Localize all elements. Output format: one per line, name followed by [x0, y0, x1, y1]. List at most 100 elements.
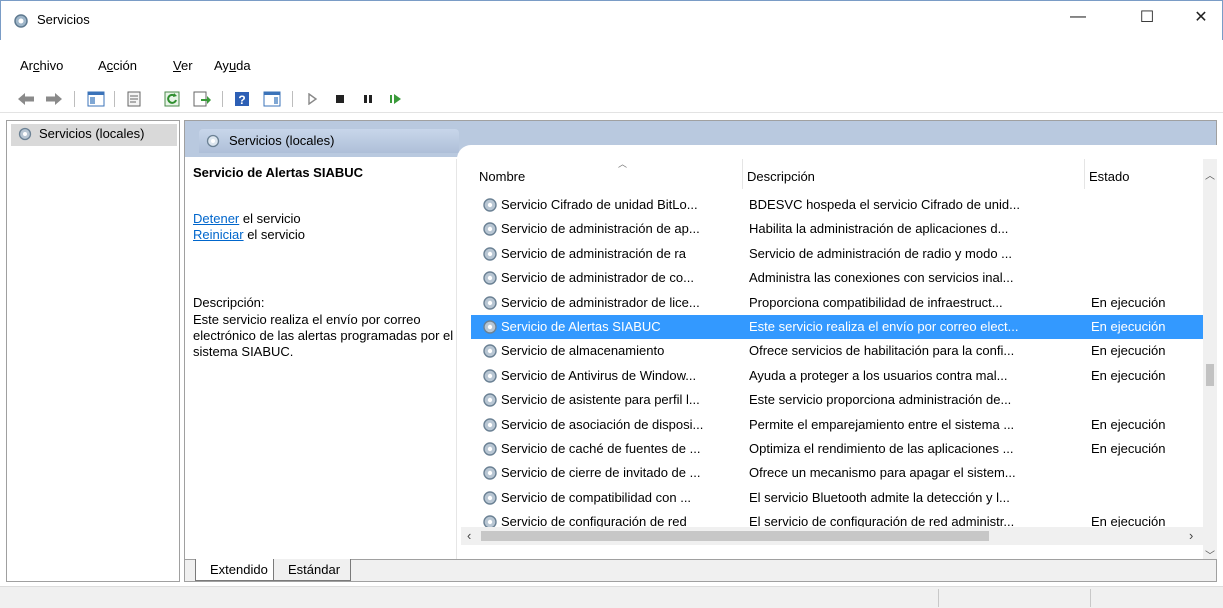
- minimize-button[interactable]: —: [1055, 1, 1101, 33]
- service-description-cell: Administra las conexiones con servicios …: [749, 270, 1014, 286]
- menu-ver[interactable]: Ver: [173, 58, 193, 73]
- service-row[interactable]: Servicio de asistente para perfil l... Es…: [471, 388, 1208, 412]
- console-tree-pane: Servicios (locales): [6, 120, 180, 582]
- service-description-cell: Optimiza el rendimiento de las aplicacio…: [749, 441, 1014, 456]
- column-header-descripcion[interactable]: Descripción: [743, 159, 1085, 189]
- restart-service-link[interactable]: Reiniciar: [193, 227, 244, 242]
- sort-ascending-icon: ︿: [618, 159, 628, 169]
- description-label: Descripción:: [193, 295, 265, 310]
- service-name-cell: Servicio de Antivirus de Window...: [501, 367, 697, 383]
- service-gear-icon: [481, 367, 499, 388]
- scroll-right-icon[interactable]: ›: [1189, 528, 1193, 543]
- service-description-cell: Ayuda a proteger a los usuarios contra m…: [749, 367, 1008, 383]
- menu-accion[interactable]: Acción: [98, 58, 137, 73]
- service-state-cell: En ejecución: [1091, 416, 1166, 432]
- service-row[interactable]: Servicio de Alertas SIABUC Este servicio …: [471, 315, 1208, 339]
- service-description-cell: El servicio Bluetooth admite la detecció…: [749, 489, 1010, 505]
- service-description-cell: Este servicio realiza el envío por corre…: [749, 319, 1019, 334]
- scroll-up-icon[interactable]: ︿: [1205, 167, 1215, 182]
- service-state-cell: En ejecución: [1091, 343, 1166, 359]
- services-list: ︿ Nombre Descripción Estado Servicio Cif…: [461, 159, 1218, 539]
- properties-icon[interactable]: [124, 89, 144, 109]
- service-gear-icon: [481, 416, 499, 437]
- column-header-estado[interactable]: Estado: [1085, 159, 1205, 189]
- service-name-cell: Servicio de asociación de disposi...: [501, 416, 704, 432]
- service-gear-icon: [481, 318, 499, 339]
- service-row[interactable]: Servicio de caché de fuentes de ... Optim…: [471, 437, 1208, 461]
- service-row[interactable]: Servicio de cierre de invitado de ... Ofr…: [471, 461, 1208, 485]
- tab-extendido[interactable]: Extendido: [195, 559, 279, 581]
- service-gear-icon: [481, 245, 499, 266]
- window-title: Servicios: [37, 12, 90, 27]
- tab-estandar[interactable]: Estándar: [273, 559, 352, 581]
- stop-service-link[interactable]: Detener: [193, 211, 239, 226]
- service-row[interactable]: Servicio de asociación de disposi... Perm…: [471, 413, 1208, 437]
- services-gear-icon: [17, 126, 33, 145]
- pane-header-label: Servicios (locales): [229, 133, 335, 148]
- action-pane-icon[interactable]: [262, 89, 282, 109]
- service-row[interactable]: Servicio de almacenamiento Ofrece servici…: [471, 339, 1208, 363]
- service-name-cell: Servicio de Alertas SIABUC: [501, 319, 661, 334]
- vertical-scrollbar[interactable]: ︿ ﹀: [1203, 159, 1217, 562]
- maximize-button[interactable]: ☐: [1124, 1, 1170, 33]
- service-row[interactable]: Servicio de administración de ap... Habil…: [471, 217, 1208, 241]
- service-row[interactable]: Servicio de administrador de lice... Prop…: [471, 291, 1208, 315]
- scroll-left-icon[interactable]: ‹: [467, 528, 471, 543]
- services-gear-icon: [205, 133, 221, 152]
- pane-header-title: Servicios (locales): [199, 129, 459, 153]
- tree-item-servicios-locales[interactable]: Servicios (locales): [11, 124, 177, 146]
- service-name-cell: Servicio de asistente para perfil l...: [501, 392, 700, 408]
- service-row[interactable]: Servicio de Antivirus de Window... Ayuda …: [471, 364, 1208, 388]
- tree-item-label: Servicios (locales): [39, 126, 145, 141]
- service-name-cell: Servicio de administrador de lice...: [501, 294, 700, 310]
- service-description-cell: Servicio de administración de radio y mo…: [749, 245, 1013, 261]
- service-gear-icon: [481, 220, 499, 241]
- service-description-cell: Proporciona compatibilidad de infraestru…: [749, 294, 1003, 310]
- stop-service-icon[interactable]: [330, 89, 350, 109]
- service-gear-icon: [481, 269, 499, 290]
- title-bar: Servicios — ☐ ✕: [0, 0, 1223, 40]
- back-icon[interactable]: [16, 89, 36, 109]
- console-tree-icon[interactable]: [86, 89, 106, 109]
- restart-service-action: Reiniciar el servicio: [193, 227, 305, 242]
- description-text: Este servicio realiza el envío por corre…: [193, 312, 454, 359]
- horizontal-scroll-thumb[interactable]: [481, 531, 989, 541]
- service-gear-icon: [481, 489, 499, 510]
- close-button[interactable]: ✕: [1178, 1, 1223, 33]
- svg-text:?: ?: [238, 93, 245, 107]
- view-tabs: Extendido Estándar: [185, 559, 1216, 581]
- service-row[interactable]: Servicio Cifrado de unidad BitLo... BDESV…: [471, 193, 1208, 217]
- service-gear-icon: [481, 294, 499, 315]
- service-name-cell: Servicio Cifrado de unidad BitLo...: [501, 197, 698, 212]
- service-description-cell: Ofrece un mecanismo para apagar el siste…: [749, 465, 1016, 481]
- service-row[interactable]: Servicio de administrador de co... Admini…: [471, 266, 1208, 290]
- services-gear-icon: [12, 12, 30, 30]
- service-name-cell: Servicio de administrador de co...: [501, 270, 694, 286]
- export-list-icon[interactable]: [192, 89, 212, 109]
- pause-service-icon[interactable]: [358, 89, 378, 109]
- start-service-icon[interactable]: [302, 89, 322, 109]
- vertical-scroll-thumb[interactable]: [1206, 364, 1214, 386]
- menu-ayuda[interactable]: Ayuda: [214, 58, 251, 73]
- forward-icon[interactable]: [44, 89, 64, 109]
- selected-service-title: Servicio de Alertas SIABUC: [193, 165, 364, 180]
- service-description-cell: Permite el emparejamiento entre el siste…: [749, 416, 1015, 432]
- service-state-cell: En ejecución: [1091, 319, 1166, 334]
- header-band: Servicios (locales): [185, 121, 1217, 159]
- column-header-nombre[interactable]: ︿ Nombre: [475, 159, 743, 189]
- service-name-cell: Servicio de administración de ap...: [501, 221, 700, 237]
- service-description-cell: BDESVC hospeda el servicio Cifrado de un…: [749, 197, 1020, 212]
- service-name-cell: Servicio de caché de fuentes de ...: [501, 441, 701, 456]
- details-pane: Servicios (locales) Servicio de Alertas …: [184, 120, 1217, 582]
- menu-archivo[interactable]: Archivo: [20, 58, 63, 73]
- toolbar: ?: [0, 85, 1223, 113]
- horizontal-scrollbar[interactable]: ‹ ›: [461, 527, 1203, 545]
- service-row[interactable]: Servicio de compatibilidad con ... El ser…: [471, 486, 1208, 510]
- menu-bar: Archivo Acción Ver Ayuda: [0, 56, 1223, 78]
- refresh-icon[interactable]: [162, 89, 182, 109]
- service-gear-icon: [481, 196, 499, 217]
- service-name-cell: Servicio de administración de ra: [501, 245, 686, 261]
- service-row[interactable]: Servicio de administración de ra Servicio…: [471, 242, 1208, 266]
- restart-service-icon[interactable]: [386, 89, 406, 109]
- help-icon[interactable]: ?: [232, 89, 252, 109]
